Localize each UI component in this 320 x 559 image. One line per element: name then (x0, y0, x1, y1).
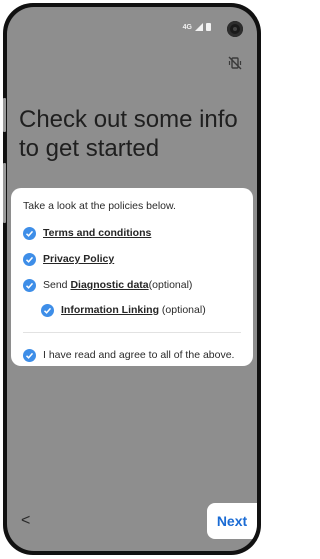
policy-item-privacy[interactable]: Privacy Policy (23, 251, 114, 267)
information-linking-optional-label: (optional) (159, 304, 206, 316)
policy-intro-text: Take a look at the policies below. (23, 200, 176, 212)
setup-screen: 4G Check out some info to get started Ta… (7, 7, 257, 551)
policy-item-diagnostic[interactable]: Send Diagnostic data (optional) (23, 277, 192, 293)
checkbox-checked-icon[interactable] (23, 226, 36, 240)
bixby-key (3, 163, 6, 223)
network-type-label: 4G (182, 23, 192, 31)
checkbox-checked-icon[interactable] (23, 348, 36, 362)
checkbox-checked-icon[interactable] (23, 252, 36, 266)
diagnostic-optional-label: (optional) (148, 279, 193, 291)
card-divider (23, 332, 241, 333)
policy-card: Take a look at the policies below. Terms… (11, 188, 253, 366)
status-bar: 4G (183, 22, 211, 32)
information-linking-link[interactable]: Information Linking (61, 304, 159, 316)
diagnostic-data-link[interactable]: Diagnostic data (70, 279, 148, 291)
policy-item-information-linking[interactable]: Information Linking (optional) (41, 302, 206, 318)
terms-link[interactable]: Terms and conditions (43, 227, 151, 239)
back-button[interactable]: < (21, 513, 30, 529)
agree-all-label: I have read and agree to all of the abov… (43, 349, 235, 361)
volume-key (3, 98, 6, 132)
agree-all-item[interactable]: I have read and agree to all of the abov… (23, 347, 234, 363)
diagnostic-prefix: Send (43, 279, 71, 291)
front-camera (227, 21, 243, 37)
signal-icon (195, 23, 203, 31)
policy-item-terms[interactable]: Terms and conditions (23, 225, 151, 241)
checkbox-checked-icon[interactable] (23, 278, 36, 292)
page-title: Check out some info to get started (19, 106, 238, 162)
next-button[interactable]: Next (207, 503, 257, 539)
phone-frame: 4G Check out some info to get started Ta… (3, 3, 261, 555)
vibrate-mute-icon[interactable] (227, 55, 243, 71)
privacy-policy-link[interactable]: Privacy Policy (43, 253, 114, 265)
battery-icon (206, 23, 211, 31)
checkbox-checked-icon[interactable] (41, 303, 54, 317)
